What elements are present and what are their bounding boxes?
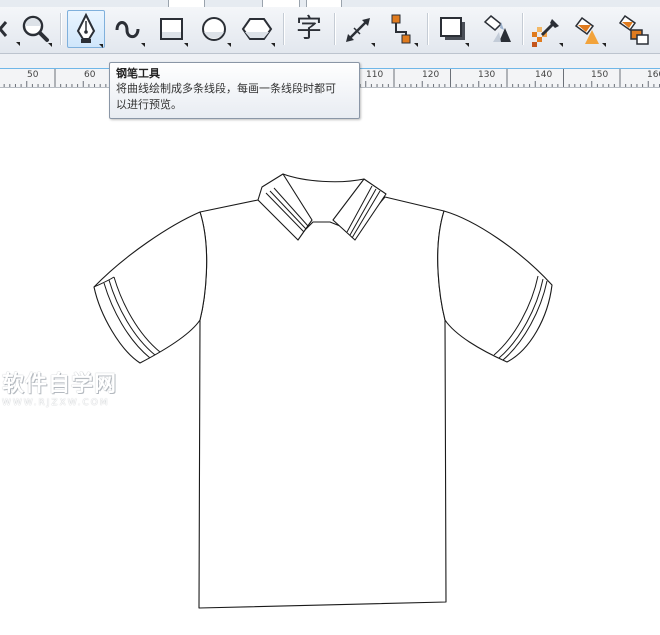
toolbar-separator xyxy=(283,13,285,45)
tooltip-body: 将曲线绘制成多条线段，每画一条线段时都可 以进行预览。 xyxy=(116,81,353,113)
transparency-tool-button[interactable] xyxy=(477,10,515,48)
ruler-label: 160 xyxy=(647,70,660,80)
toolbox: 字 xyxy=(0,7,660,54)
freehand-tool-button[interactable] xyxy=(110,10,148,48)
freehand-curve-icon xyxy=(115,21,145,47)
text-icon-glyph: 字 xyxy=(295,14,322,44)
ruler-label: 50 xyxy=(27,70,39,80)
pen-nib-icon xyxy=(76,12,103,48)
dimension-tool-button[interactable] xyxy=(340,10,378,48)
rectangle-tool-button[interactable] xyxy=(153,10,191,48)
polygon-tool-button[interactable] xyxy=(239,10,277,48)
tooltip-title: 钢笔工具 xyxy=(116,67,160,80)
pen-tool-tooltip: 钢笔工具 将曲线绘制成多条线段，每画一条线段时都可 以进行预览。 xyxy=(109,62,360,119)
eyedropper-tool-button[interactable] xyxy=(528,10,566,48)
watermark-text: 软件自学网 xyxy=(2,372,118,397)
magnifier-icon xyxy=(22,15,52,47)
toolbar-separator xyxy=(427,13,429,45)
toolbar-separator xyxy=(60,13,62,45)
connector-icon xyxy=(391,14,418,47)
shirt-right-sleeve[interactable] xyxy=(437,210,553,363)
polo-shirt-drawing[interactable] xyxy=(0,88,660,635)
ruler-label: 110 xyxy=(366,70,384,80)
connector-tool-button[interactable] xyxy=(383,10,421,48)
drop-shadow-icon xyxy=(440,17,469,47)
toolbar-separator xyxy=(522,13,524,45)
smart-fill-tool-button[interactable] xyxy=(614,10,652,48)
watermark-url: WWW.RJZXW.COM xyxy=(2,398,110,408)
text-icon: 字 xyxy=(294,14,324,44)
transparency-icon xyxy=(483,14,511,42)
ruler-label: 130 xyxy=(478,70,496,80)
tooltip-body-line: 以进行预览。 xyxy=(116,98,182,111)
drop-shadow-tool-button[interactable] xyxy=(434,10,472,48)
ellipse-icon xyxy=(202,17,231,47)
dimension-arrow-icon xyxy=(346,18,375,47)
zoom-tool-button[interactable] xyxy=(16,10,54,48)
shirt-body[interactable] xyxy=(198,196,447,609)
ruler-label: 60 xyxy=(84,70,96,80)
interactive-fill-tool-button[interactable] xyxy=(571,10,609,48)
eyedropper-icon xyxy=(532,19,563,47)
ruler-label: 140 xyxy=(535,70,553,80)
ruler-label: 120 xyxy=(422,70,440,80)
polygon-icon xyxy=(241,18,275,47)
ellipse-tool-button[interactable] xyxy=(196,10,234,48)
watermark: 软件自学网 WWW.RJZXW.COM xyxy=(2,366,152,410)
smart-fill-icon xyxy=(618,14,649,45)
toolbar-separator xyxy=(334,13,336,45)
text-tool-button[interactable]: 字 xyxy=(290,10,328,48)
tooltip-body-line: 将曲线绘制成多条线段，每画一条线段时都可 xyxy=(116,82,336,95)
fill-bucket-icon xyxy=(574,16,606,47)
ruler-label: 150 xyxy=(591,70,609,80)
drawing-canvas[interactable] xyxy=(0,88,660,635)
shirt-collar-back xyxy=(282,173,365,183)
rectangle-icon xyxy=(160,18,188,47)
pen-tool-button[interactable] xyxy=(67,10,105,48)
